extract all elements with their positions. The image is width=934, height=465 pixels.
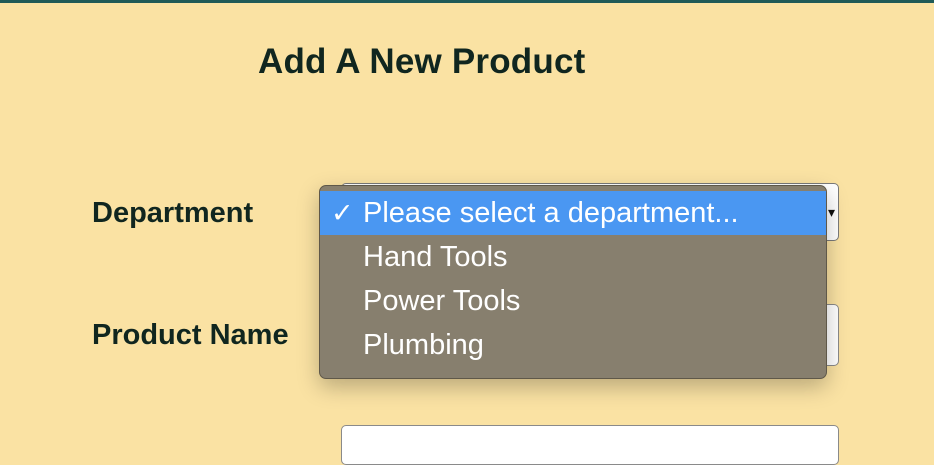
department-dropdown-menu[interactable]: ✓ Please select a department... Hand Too… [319, 185, 827, 379]
department-label: Department [92, 197, 254, 229]
option-label: Please select a department... [363, 197, 739, 229]
product-name-label: Product Name [92, 319, 289, 351]
option-label: Plumbing [363, 329, 484, 361]
top-border [0, 0, 934, 3]
option-label: Hand Tools [363, 241, 508, 273]
check-icon: ✓ [331, 198, 354, 228]
dropdown-option-plumbing[interactable]: Plumbing [320, 323, 826, 367]
dropdown-option-power-tools[interactable]: Power Tools [320, 279, 826, 323]
option-label: Power Tools [363, 285, 521, 317]
next-field-input[interactable] [341, 425, 839, 465]
chevron-down-icon: ▾ [827, 204, 835, 220]
dropdown-option-please-select[interactable]: ✓ Please select a department... [320, 191, 826, 235]
page-title: Add A New Product [258, 42, 586, 81]
dropdown-option-hand-tools[interactable]: Hand Tools [320, 235, 826, 279]
